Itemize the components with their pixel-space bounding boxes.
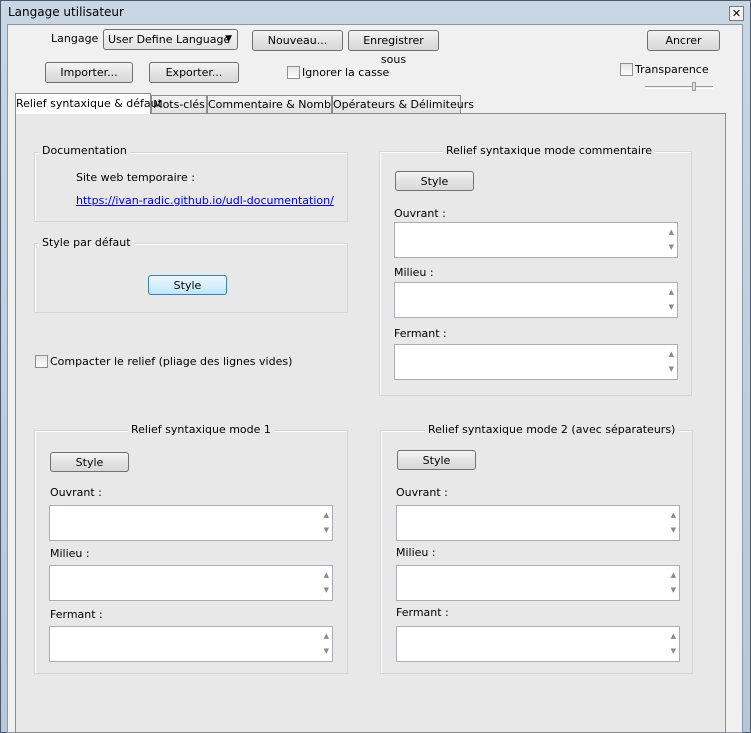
scroll-down-icon[interactable]: ▼: [669, 243, 674, 251]
documentation-group: [34, 152, 348, 222]
tab-syntax-folding-default[interactable]: Relief syntaxique & défaut: [15, 93, 162, 114]
chevron-down-icon: ▼: [225, 34, 232, 44]
transparency-slider-thumb[interactable]: [692, 82, 696, 91]
language-label: Langage :: [51, 32, 106, 45]
mode2-style-button[interactable]: Style: [397, 450, 476, 470]
mode2-middle-textarea[interactable]: ▲ ▼: [396, 565, 680, 601]
default-style-button[interactable]: Style: [148, 275, 227, 295]
comment-mode-open-textarea[interactable]: ▲ ▼: [394, 222, 678, 258]
mode2-close-label: Fermant :: [396, 606, 449, 619]
ignore-case-checkbox[interactable]: [287, 66, 300, 79]
window-title: Langage utilisateur: [8, 5, 124, 19]
scroll-up-icon[interactable]: ▲: [669, 350, 674, 358]
scroll-up-icon[interactable]: ▲: [671, 571, 676, 579]
scroll-down-icon[interactable]: ▼: [324, 586, 329, 594]
new-button[interactable]: Nouveau...: [252, 30, 343, 51]
comment-mode-style-button[interactable]: Style: [395, 171, 474, 191]
mode1-close-label: Fermant :: [50, 608, 103, 621]
mode2-open-textarea[interactable]: ▲ ▼: [396, 505, 680, 541]
export-button[interactable]: Exporter...: [149, 62, 239, 83]
transparency-checkbox[interactable]: [620, 63, 633, 76]
scroll-up-icon[interactable]: ▲: [669, 228, 674, 236]
comment-mode-middle-label: Milieu :: [394, 266, 434, 279]
documentation-title: Documentation: [39, 144, 130, 157]
scroll-down-icon[interactable]: ▼: [671, 526, 676, 534]
mode1-close-textarea[interactable]: ▲ ▼: [49, 626, 333, 662]
scroll-up-icon[interactable]: ▲: [671, 632, 676, 640]
compact-fold-checkbox[interactable]: [35, 355, 48, 368]
scroll-down-icon[interactable]: ▼: [671, 586, 676, 594]
close-icon[interactable]: ✕: [729, 6, 744, 21]
scroll-down-icon[interactable]: ▼: [669, 365, 674, 373]
ignore-case-label: Ignorer la casse: [302, 66, 390, 79]
mode1-open-label: Ouvrant :: [50, 486, 102, 499]
documentation-link[interactable]: https://ivan-radic.github.io/udl-documen…: [76, 194, 334, 207]
scroll-down-icon[interactable]: ▼: [324, 647, 329, 655]
import-button[interactable]: Importer...: [45, 62, 133, 83]
mode2-open-label: Ouvrant :: [396, 486, 448, 499]
mode1-middle-textarea[interactable]: ▲ ▼: [49, 565, 333, 601]
comment-mode-title: Relief syntaxique mode commentaire: [443, 144, 656, 157]
comment-mode-close-textarea[interactable]: ▲ ▼: [394, 344, 678, 380]
mode1-open-textarea[interactable]: ▲ ▼: [49, 505, 333, 541]
comment-mode-open-label: Ouvrant :: [394, 207, 446, 220]
compact-fold-label: Compacter le relief (pliage des lignes v…: [50, 355, 293, 368]
mode1-title: Relief syntaxique mode 1: [128, 423, 274, 436]
tab-operators-delimiters[interactable]: Opérateurs & Délimiteurs: [332, 95, 474, 114]
temporary-website-label: Site web temporaire :: [76, 171, 195, 184]
save-as-button[interactable]: Enregistrer sous: [348, 30, 439, 66]
comment-mode-middle-textarea[interactable]: ▲ ▼: [394, 282, 678, 318]
mode2-middle-label: Milieu :: [396, 546, 436, 559]
language-select-value: User Define Language: [108, 33, 231, 46]
dock-button[interactable]: Ancrer: [647, 30, 720, 51]
transparency-slider-track[interactable]: [645, 86, 713, 89]
scroll-down-icon[interactable]: ▼: [671, 647, 676, 655]
transparency-label: Transparence: [635, 63, 709, 76]
mode2-title: Relief syntaxique mode 2 (avec séparateu…: [425, 423, 679, 436]
mode1-style-button[interactable]: Style: [50, 452, 129, 472]
scroll-down-icon[interactable]: ▼: [669, 303, 674, 311]
scroll-down-icon[interactable]: ▼: [324, 526, 329, 534]
scroll-up-icon[interactable]: ▲: [669, 288, 674, 296]
scroll-up-icon[interactable]: ▲: [671, 511, 676, 519]
comment-mode-close-label: Fermant :: [394, 327, 447, 340]
default-style-title: Style par défaut: [39, 236, 134, 249]
mode1-middle-label: Milieu :: [50, 547, 90, 560]
scroll-up-icon[interactable]: ▲: [324, 511, 329, 519]
scroll-up-icon[interactable]: ▲: [324, 571, 329, 579]
language-select[interactable]: User Define Language ▼: [103, 29, 238, 50]
scroll-up-icon[interactable]: ▲: [324, 632, 329, 640]
mode2-close-textarea[interactable]: ▲ ▼: [396, 626, 680, 662]
tab-comment-number[interactable]: Commentaire & Nombre: [207, 95, 342, 114]
